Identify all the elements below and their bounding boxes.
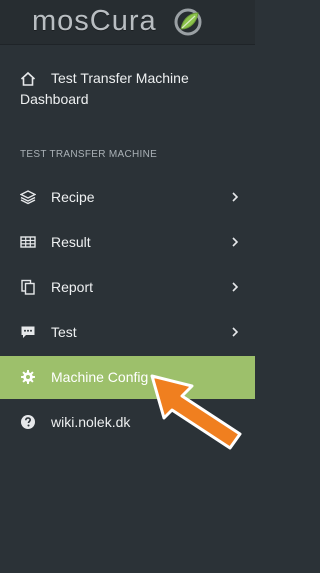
gear-icon <box>21 370 35 384</box>
annotation-arrow-icon <box>150 374 242 450</box>
nav-label-machine-config: Machine Config <box>51 369 149 385</box>
nav-item-result[interactable]: Result <box>0 221 255 264</box>
chevron-right-icon <box>232 237 239 247</box>
chevron-right-icon <box>232 282 239 292</box>
section-header: TEST TRANSFER MACHINE <box>20 149 158 160</box>
nav-label-report: Report <box>51 279 94 295</box>
dashboard-title-line2: Dashboard <box>20 91 89 107</box>
dashboard-link[interactable]: Test Transfer Machine Dashboard <box>0 60 255 120</box>
nav-item-recipe[interactable]: Recipe <box>0 176 255 219</box>
question-circle-icon <box>21 415 35 429</box>
table-icon <box>20 236 36 248</box>
home-icon <box>20 71 36 86</box>
logo-text: mosCura <box>32 5 157 37</box>
chevron-right-icon <box>232 192 239 202</box>
nav-label-result: Result <box>51 234 91 250</box>
nav-label-recipe: Recipe <box>51 189 95 205</box>
nav-label-wiki: wiki.nolek.dk <box>51 414 131 430</box>
comment-icon <box>21 326 35 338</box>
logo-leaf-icon <box>174 8 202 36</box>
nav-item-test[interactable]: Test <box>0 311 255 354</box>
chevron-right-icon <box>232 327 239 337</box>
nav-label-test: Test <box>51 324 77 340</box>
nav-item-report[interactable]: Report <box>0 266 255 309</box>
copy-icon <box>21 279 35 295</box>
dashboard-title-line1: Test Transfer Machine <box>51 70 189 86</box>
layers-icon <box>20 190 36 205</box>
logo-bar: mosCura <box>0 0 255 45</box>
